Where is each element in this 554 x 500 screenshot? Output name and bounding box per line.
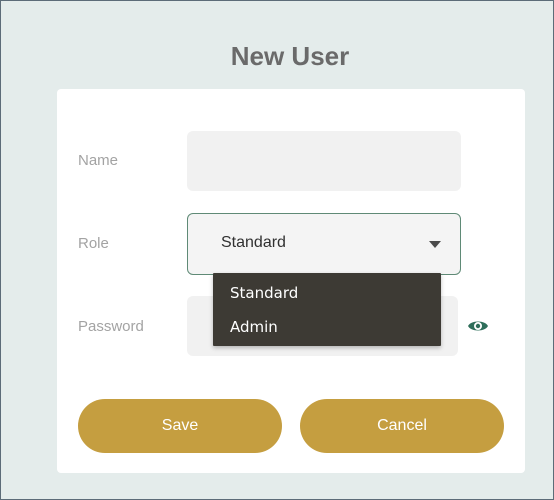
dropdown-option-standard[interactable]: Standard [230, 284, 298, 302]
name-input[interactable] [187, 131, 461, 191]
new-user-dialog: New User Name Role Standard Password Sta… [0, 0, 554, 500]
save-button[interactable]: Save [78, 399, 282, 453]
dialog-title: New User [230, 41, 350, 71]
password-label: Password [78, 318, 144, 335]
role-dropdown-menu: Standard Admin [213, 273, 441, 346]
role-select[interactable]: Standard [187, 213, 461, 275]
role-select-value: Standard [221, 234, 286, 251]
name-label: Name [78, 152, 119, 169]
caret-down-icon [429, 241, 441, 248]
eye-icon[interactable] [467, 318, 489, 334]
role-label: Role [78, 235, 109, 252]
form-card: Name Role Standard Password Standard Adm… [57, 89, 525, 473]
cancel-button[interactable]: Cancel [300, 399, 504, 453]
dropdown-option-admin[interactable]: Admin [230, 318, 278, 336]
